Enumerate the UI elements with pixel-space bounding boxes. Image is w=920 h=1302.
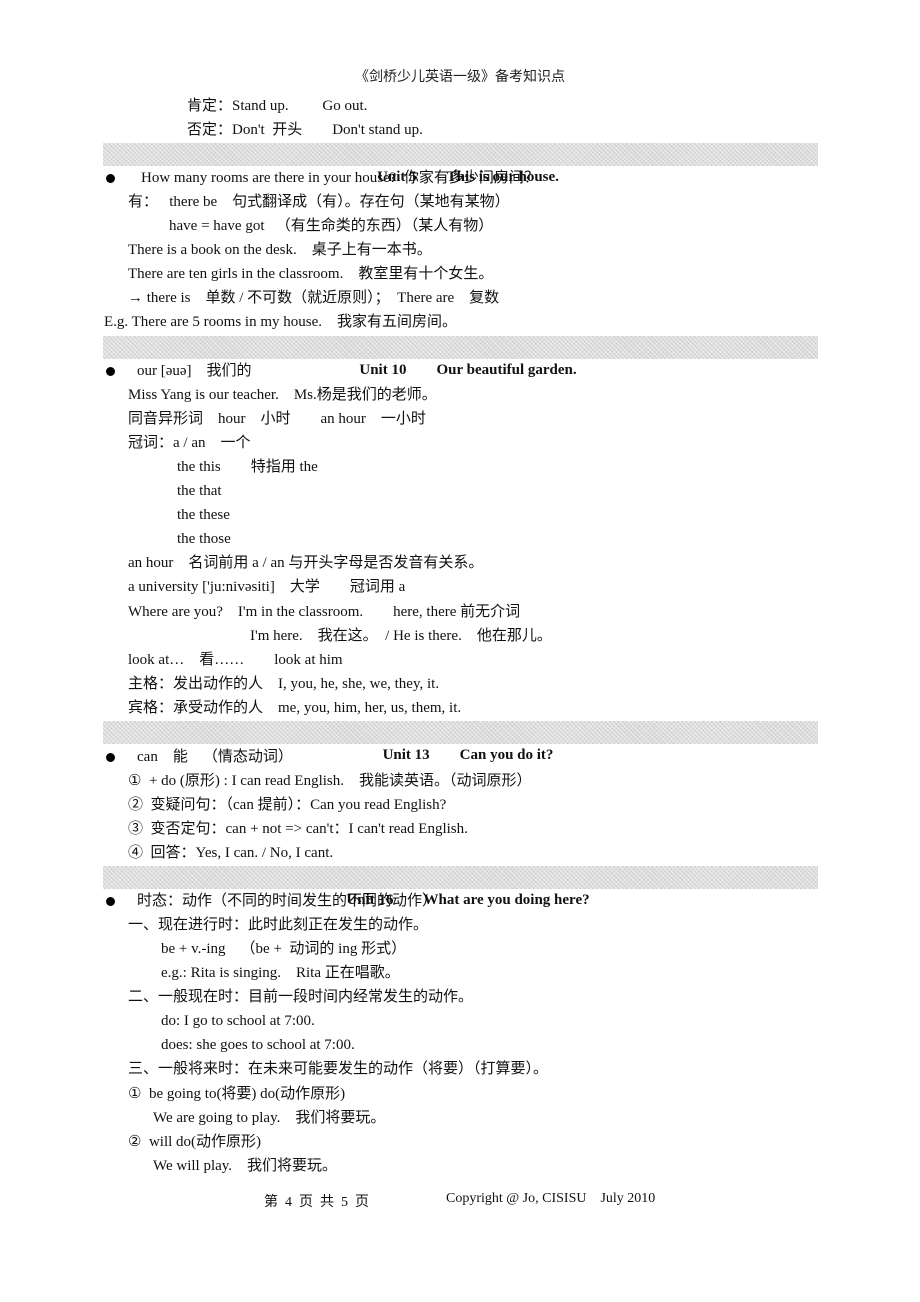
text-line: ① + do (原形) : I can read English. 我能读英语。…: [128, 773, 532, 789]
text-line: → there is 单数 / 不可数（就近原则）； There are 复数: [128, 290, 500, 306]
text-line: We will play. 我们将要玩。: [153, 1158, 338, 1174]
text-line: Where are you? I'm in the classroom. her…: [128, 604, 521, 620]
text-line: 三、一般将来时：在未来可能要发生的动作（将要）（打算要）。: [128, 1061, 549, 1077]
bullet-icon: [106, 897, 115, 906]
text-line: How many rooms are there in your house? …: [141, 170, 539, 186]
text-line: do: I go to school at 7:00.: [161, 1013, 315, 1029]
affirmative-line: 肯定：Stand up. Go out.: [187, 98, 368, 114]
text-line: 宾格：承受动作的人 me, you, him, her, us, them, i…: [128, 700, 462, 716]
bullet-icon: [106, 753, 115, 762]
text-line: Miss Yang is our teacher. Ms.杨是我们的老师。: [128, 387, 437, 403]
unit-title: Can you do it?: [459, 747, 554, 763]
text-line: 主格：发出动作的人 I, you, he, she, we, they, it.: [128, 676, 440, 692]
text-line: the this 特指用 the: [177, 459, 318, 475]
text-line: ③ 变否定句：can + not => can't：I can't read E…: [128, 821, 468, 837]
document-page: 《剑桥少儿英语一级》备考知识点 肯定：Stand up. Go out. 否定：…: [0, 0, 920, 1302]
unit-5-heading: Unit 5 This is our house.: [103, 143, 818, 185]
text-line: 时态：动作（不同的时间发生的不同的动作）: [137, 893, 438, 909]
text-line: 有： there be 句式翻译成（有）。存在句（某地有某物）: [128, 194, 510, 210]
text-line: a university ['ju:nivəsiti] 大学 冠词用 a: [128, 579, 406, 595]
unit-title: What are you doing here?: [423, 892, 590, 908]
text-line: our [əuə] 我们的: [137, 363, 252, 379]
copyright-notice: Copyright @ Jo, CISISU July 2010: [446, 1191, 656, 1206]
text-line: 二、一般现在时：目前一段时间内经常发生的动作。: [128, 989, 474, 1005]
negative-line: 否定：Don't 开头 Don't stand up.: [187, 122, 423, 138]
text-line: the those: [177, 531, 231, 547]
text-line: 冠词：a / an 一个: [128, 435, 251, 451]
page-number: 第 4 页 共 5 页: [264, 1195, 369, 1210]
text-line: We are going to play. 我们将要玩。: [153, 1110, 386, 1126]
text-line: ① be going to(将要) do(动作原形): [128, 1086, 346, 1102]
bullet-icon: [106, 174, 115, 183]
unit-16-heading: Unit 16 What are you doing here?: [103, 866, 818, 908]
text-line: does: she goes to school at 7:00.: [161, 1037, 355, 1053]
text-line: the that: [177, 483, 222, 499]
text-line: look at… 看…… look at him: [128, 652, 343, 668]
unit-13-heading: Unit 13 Can you do it?: [103, 721, 818, 763]
text-line: ② will do(动作原形): [128, 1134, 262, 1150]
text-line: an hour 名词前用 a / an 与开头字母是否发音有关系。: [128, 555, 484, 571]
text-line: be + v.-ing （be + 动词的 ing 形式）: [161, 941, 407, 957]
text-line: can 能 （情态动词）: [137, 749, 293, 765]
unit-number: Unit 13: [382, 747, 430, 763]
page-header: 《剑桥少儿英语一级》备考知识点: [355, 70, 565, 85]
text-line: ④ 回答：Yes, I can. / No, I cant.: [128, 845, 334, 861]
unit-title: Our beautiful garden.: [436, 362, 577, 378]
text-line: the these: [177, 507, 230, 523]
text-line: ② 变疑问句：（can 提前）：Can you read English?: [128, 797, 447, 813]
bullet-icon: [106, 367, 115, 376]
text-line: There are ten girls in the classroom. 教室…: [128, 266, 494, 282]
text-line: have = have got （有生命类的东西）（某人有物）: [169, 218, 494, 234]
unit-number: Unit 10: [359, 362, 407, 378]
text-line: E.g. There are 5 rooms in my house. 我家有五…: [104, 314, 458, 330]
text-line: I'm here. 我在这。 / He is there. 他在那儿。: [250, 628, 552, 644]
text-line: 一、现在进行时：此时此刻正在发生的动作。: [128, 917, 429, 933]
text-line: 同音异形词 hour 小时 an hour 一小时: [128, 411, 426, 427]
unit-10-heading: Unit 10 Our beautiful garden.: [103, 336, 818, 378]
text-line: e.g.: Rita is singing. Rita 正在唱歌。: [161, 965, 400, 981]
text-line: There is a book on the desk. 桌子上有一本书。: [128, 242, 432, 258]
